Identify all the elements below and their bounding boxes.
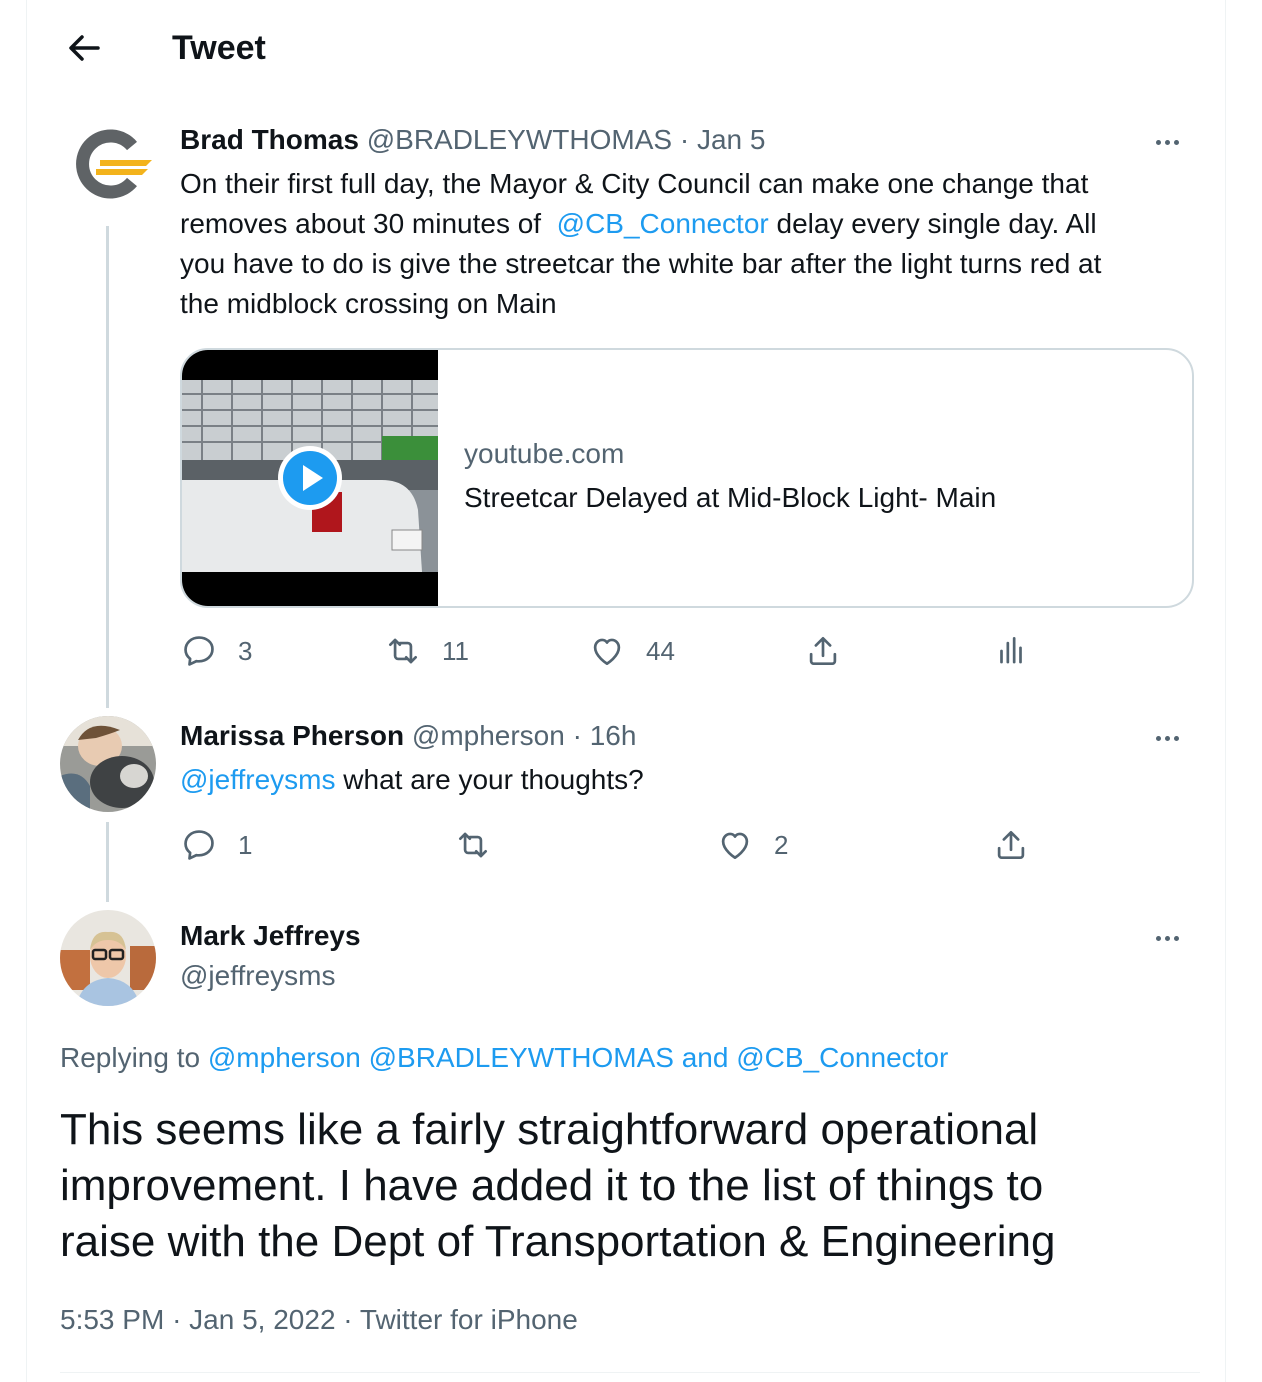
- avatar-mark-jeffreys[interactable]: [60, 910, 156, 1006]
- replying-and[interactable]: and: [682, 1042, 729, 1073]
- card-domain: youtube.com: [464, 438, 625, 469]
- tweet-date[interactable]: Jan 5, 2022: [189, 1304, 335, 1335]
- reply-count: 1: [238, 829, 253, 860]
- author-handle[interactable]: @BRADLEYWTHOMAS: [367, 124, 672, 155]
- tweet-metadata: 5:53 PM · Jan 5, 2022 · Twitter for iPho…: [60, 1304, 578, 1336]
- retweet-count: 11: [442, 635, 469, 666]
- card-title: Streetcar Delayed at Mid-Block Light- Ma…: [464, 482, 997, 513]
- author-handle[interactable]: @jeffreysms: [180, 958, 336, 994]
- thread-line: [106, 226, 109, 708]
- share-icon: [809, 636, 837, 666]
- back-arrow-icon[interactable]: [64, 28, 104, 68]
- tweet-text-line: On their first full day, the Mayor & Cit…: [180, 168, 1089, 199]
- tweet-text-line: removes about 30 minutes of @CB_Connecto…: [180, 204, 1190, 244]
- tweet-time[interactable]: 16h: [590, 720, 637, 751]
- like-count: 2: [774, 829, 789, 860]
- reply-button[interactable]: 3: [180, 632, 252, 670]
- separator: ·: [343, 1304, 353, 1335]
- share-button[interactable]: [804, 632, 842, 670]
- tweet-text-line: you have to do is give the streetcar the…: [180, 248, 1102, 279]
- tweet-text-line: the midblock crossing on Main: [180, 288, 557, 319]
- mention-link[interactable]: @mpherson: [208, 1042, 361, 1073]
- link-preview-card[interactable]: youtube.com Streetcar Delayed at Mid-Blo…: [180, 348, 1194, 608]
- tweet-header: Brad Thomas @BRADLEYWTHOMAS · Jan 5: [180, 122, 765, 158]
- thread-line: [106, 822, 109, 902]
- video-thumbnail[interactable]: [182, 350, 438, 606]
- reply-count: 3: [238, 635, 253, 666]
- heart-icon: [721, 832, 749, 860]
- mention-link[interactable]: @BRADLEYWTHOMAS: [369, 1042, 674, 1073]
- tweet-timestamp[interactable]: 5:53 PM: [60, 1304, 164, 1335]
- reply-icon: [184, 830, 214, 860]
- play-icon[interactable]: [276, 444, 344, 512]
- replying-to: Replying to @mpherson @BRADLEYWTHOMAS an…: [60, 1040, 948, 1076]
- tweet-text-line: improvement. I have added it to the list…: [60, 1161, 1044, 1210]
- mention-link[interactable]: @jeffreysms: [180, 764, 336, 795]
- page-title: Tweet: [172, 29, 266, 67]
- retweet-icon: [458, 832, 488, 858]
- reply-icon: [184, 636, 214, 666]
- retweet-button[interactable]: [454, 826, 512, 864]
- heart-icon: [593, 638, 621, 666]
- analytics-icon: [1000, 636, 1022, 664]
- retweet-icon: [388, 638, 418, 664]
- replying-label: Replying to: [60, 1042, 201, 1073]
- share-icon: [997, 830, 1025, 860]
- text-span: what are your thoughts?: [343, 764, 644, 795]
- tweet-source[interactable]: Twitter for iPhone: [360, 1304, 578, 1335]
- mention-link[interactable]: @CB_Connector: [557, 208, 769, 239]
- author-name[interactable]: Mark Jeffreys: [180, 920, 361, 951]
- divider: [60, 1372, 1200, 1373]
- mention-link[interactable]: @CB_Connector: [736, 1042, 948, 1073]
- tweet-time[interactable]: Jan 5: [697, 124, 766, 155]
- share-button[interactable]: [992, 826, 1030, 864]
- tweet-header: Marissa Pherson @mpherson · 16h: [180, 718, 636, 754]
- separator: ·: [172, 1304, 182, 1335]
- tweet-text-line: This seems like a fairly straightforward…: [60, 1105, 1039, 1154]
- tweet-text-line: raise with the Dept of Transportation & …: [60, 1217, 1056, 1266]
- like-button[interactable]: 44: [588, 632, 675, 670]
- more-options-icon[interactable]: [1156, 728, 1192, 748]
- separator: ·: [679, 124, 690, 155]
- separator: ·: [572, 720, 582, 751]
- author-name[interactable]: Marissa Pherson: [180, 720, 404, 751]
- like-count: 44: [646, 635, 675, 666]
- text-span: removes about 30 minutes of: [180, 208, 542, 239]
- avatar-marissa-pherson[interactable]: [60, 716, 156, 812]
- more-options-icon[interactable]: [1156, 928, 1192, 948]
- reply-button[interactable]: 1: [180, 826, 252, 864]
- like-button[interactable]: 2: [716, 826, 788, 864]
- avatar-brad-thomas[interactable]: [60, 116, 156, 212]
- tweet-text: @jeffreysms what are your thoughts?: [180, 760, 644, 800]
- analytics-button[interactable]: [992, 632, 1030, 670]
- author-name-block: Mark Jeffreys: [180, 918, 361, 954]
- text-span: delay every single day. All: [776, 208, 1097, 239]
- tweet-text: On their first full day, the Mayor & Cit…: [180, 164, 1190, 324]
- retweet-button[interactable]: 11: [384, 632, 469, 670]
- author-name[interactable]: Brad Thomas: [180, 124, 359, 155]
- more-options-icon[interactable]: [1156, 132, 1192, 152]
- author-handle[interactable]: @mpherson: [412, 720, 565, 751]
- focused-tweet-text: This seems like a fairly straightforward…: [60, 1102, 1200, 1270]
